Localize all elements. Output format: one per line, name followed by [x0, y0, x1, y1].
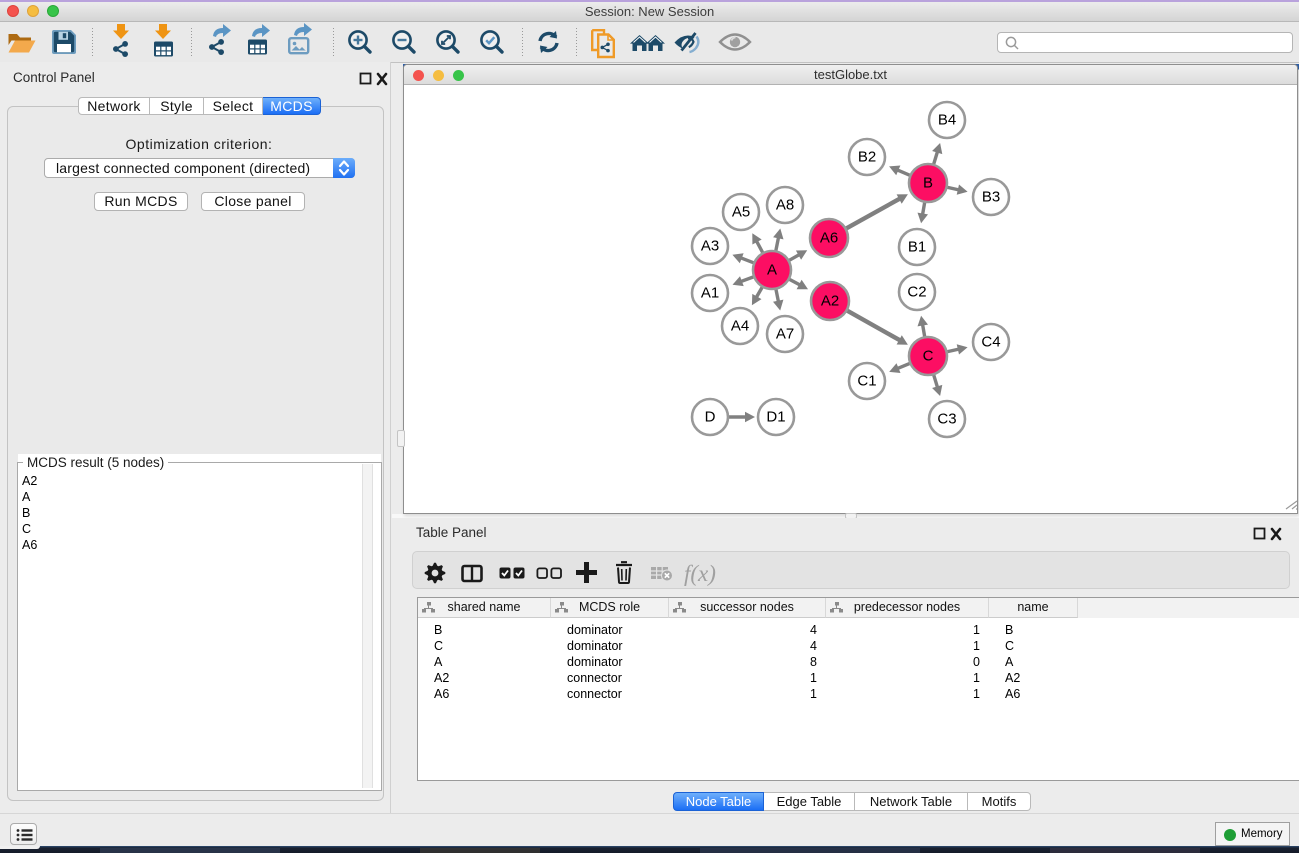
svg-text:A7: A7	[776, 326, 794, 343]
svg-text:B: B	[923, 175, 933, 192]
svg-text:A5: A5	[732, 204, 750, 221]
svg-text:A8: A8	[776, 197, 794, 214]
svg-text:B3: B3	[982, 189, 1000, 206]
svg-text:A4: A4	[731, 318, 749, 335]
svg-text:A1: A1	[701, 285, 719, 302]
svg-text:f(x): f(x)	[684, 561, 716, 586]
svg-text:D: D	[705, 409, 716, 426]
svg-text:A6: A6	[820, 230, 838, 247]
svg-text:C1: C1	[857, 373, 876, 390]
svg-text:A3: A3	[701, 238, 719, 255]
svg-text:D1: D1	[766, 409, 785, 426]
svg-text:A2: A2	[821, 293, 839, 310]
svg-text:C: C	[923, 348, 934, 365]
svg-text:C4: C4	[981, 334, 1000, 351]
svg-text:B2: B2	[858, 149, 876, 166]
svg-text:A: A	[767, 262, 777, 279]
svg-text:B4: B4	[938, 112, 956, 129]
svg-text:C3: C3	[937, 411, 956, 428]
svg-text:B1: B1	[908, 239, 926, 256]
svg-text:C2: C2	[907, 284, 926, 301]
